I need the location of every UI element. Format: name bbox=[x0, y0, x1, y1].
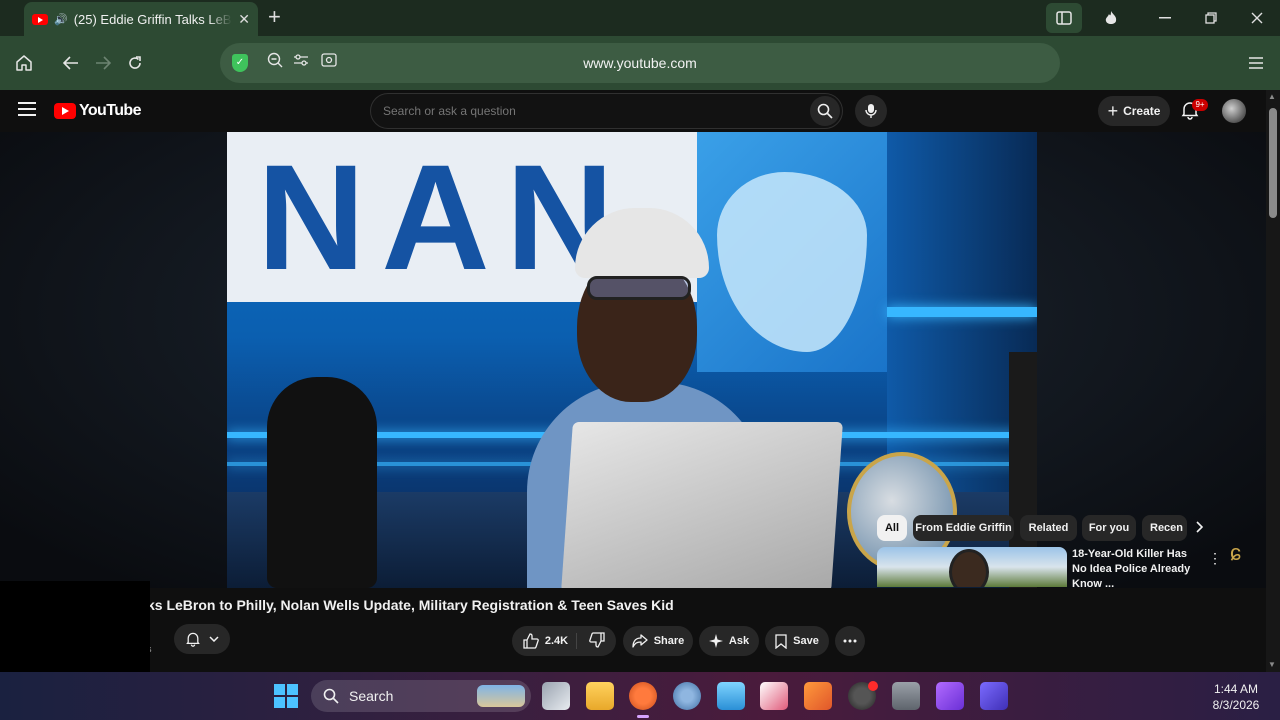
fl-studio-icon[interactable] bbox=[804, 682, 832, 710]
notification-badge: 9+ bbox=[1192, 99, 1208, 111]
scroll-down-icon[interactable]: ▼ bbox=[1268, 660, 1276, 669]
scrollbar[interactable]: ▲ ▼ bbox=[1266, 90, 1280, 672]
settings-gear-icon[interactable] bbox=[673, 682, 701, 710]
recommendation-chips: All From Eddie Griffin Related For you R… bbox=[877, 515, 1227, 541]
subscription-bell-button[interactable] bbox=[174, 624, 230, 654]
guide-menu-icon[interactable] bbox=[18, 102, 36, 120]
browser-nav-bar: ✓ www.youtube.com bbox=[0, 36, 1280, 90]
notepad-icon[interactable] bbox=[717, 682, 745, 710]
create-button[interactable]: + Create bbox=[1098, 96, 1170, 126]
share-label: Share bbox=[653, 635, 685, 647]
like-count: 2.4K bbox=[544, 635, 569, 647]
recommendation-thumbnail[interactable] bbox=[877, 547, 1067, 587]
more-actions-icon[interactable] bbox=[835, 626, 865, 656]
clock-date: 8/3/2026 bbox=[1212, 698, 1260, 712]
scroll-up-icon[interactable]: ▲ bbox=[1268, 92, 1276, 101]
recommendation-menu-icon[interactable]: ⋮ bbox=[1208, 550, 1222, 567]
bookmark-icon bbox=[775, 633, 787, 649]
youtube-favicon-icon bbox=[32, 13, 48, 25]
bell-icon bbox=[186, 632, 200, 647]
audio-playing-icon[interactable]: 🔊 bbox=[54, 13, 68, 26]
duckduckgo-browser-icon[interactable] bbox=[629, 682, 657, 718]
system-clock[interactable]: 1:44 AM 8/3/2026 bbox=[1196, 681, 1276, 713]
minimize-icon[interactable] bbox=[1142, 0, 1188, 36]
browser-tab[interactable]: 🔊 (25) Eddie Griffin Talks LeBron to Phi… bbox=[24, 2, 258, 36]
chip-for-you[interactable]: For you bbox=[1082, 515, 1136, 541]
chip-all[interactable]: All bbox=[877, 515, 907, 541]
recommendation-title[interactable]: 18-Year-Old Killer Has No Idea Police Al… bbox=[1072, 547, 1204, 592]
ask-button[interactable]: Ask bbox=[699, 626, 759, 656]
search-input[interactable] bbox=[383, 104, 783, 118]
avatar[interactable] bbox=[1222, 99, 1246, 123]
tab-title: (25) Eddie Griffin Talks LeBron to Phill… bbox=[73, 11, 233, 27]
start-button[interactable] bbox=[274, 684, 298, 708]
chip-from-eddie-griffin[interactable]: From Eddie Griffin bbox=[913, 515, 1014, 541]
menu-icon[interactable] bbox=[1243, 50, 1269, 76]
search-icon bbox=[323, 688, 339, 704]
youtube-page: YouTube + Create 9+ NAN bbox=[0, 90, 1266, 672]
chip-related[interactable]: Related bbox=[1020, 515, 1077, 541]
home-icon[interactable] bbox=[11, 50, 37, 76]
back-icon[interactable] bbox=[58, 50, 84, 76]
snipping-tool-icon[interactable] bbox=[760, 682, 788, 710]
close-window-icon[interactable] bbox=[1234, 0, 1280, 36]
address-bar[interactable]: ✓ www.youtube.com bbox=[220, 43, 1060, 83]
dislike-button[interactable] bbox=[583, 631, 605, 651]
ask-label: Ask bbox=[728, 635, 750, 647]
search-highlight-icon bbox=[477, 685, 525, 707]
close-tab-icon[interactable]: ✕ bbox=[238, 11, 250, 28]
onenote-icon[interactable] bbox=[980, 682, 1008, 710]
save-label: Save bbox=[793, 635, 819, 647]
share-icon bbox=[632, 634, 648, 648]
youtube-logo-text: YouTube bbox=[79, 102, 141, 119]
search-box bbox=[370, 93, 843, 129]
url-text[interactable]: www.youtube.com bbox=[220, 55, 1060, 71]
like-dislike-group: 2.4K bbox=[512, 626, 616, 656]
sidebar-toggle-icon[interactable] bbox=[1046, 3, 1082, 33]
chip-recent[interactable]: Recen bbox=[1142, 515, 1187, 541]
hook-icon: ɕ bbox=[1230, 540, 1241, 565]
share-button[interactable]: Share bbox=[623, 626, 693, 656]
task-view-icon[interactable] bbox=[542, 682, 570, 710]
scrollbar-thumb[interactable] bbox=[1269, 108, 1277, 218]
youtube-logo[interactable]: YouTube bbox=[54, 102, 141, 120]
forward-icon[interactable] bbox=[90, 50, 116, 76]
create-label: Create bbox=[1123, 104, 1161, 118]
file-explorer-icon[interactable] bbox=[586, 682, 614, 710]
voice-search-button[interactable] bbox=[855, 95, 887, 127]
taskbar: Search bbox=[0, 672, 1280, 720]
flame-icon[interactable] bbox=[1088, 0, 1134, 36]
plus-icon: + bbox=[1107, 101, 1119, 121]
search-button[interactable] bbox=[810, 96, 840, 126]
chevron-down-icon bbox=[209, 636, 219, 642]
taskbar-search[interactable]: Search bbox=[311, 680, 531, 712]
microphone-icon bbox=[865, 104, 877, 118]
clock-time: 1:44 AM bbox=[1213, 682, 1259, 696]
video-backdrop-letters: NAN bbox=[257, 133, 630, 301]
calculator-icon[interactable] bbox=[892, 682, 920, 710]
restore-icon[interactable] bbox=[1188, 0, 1234, 36]
thumbs-down-icon bbox=[589, 631, 605, 648]
video-title: ks LeBron to Philly, Nolan Wells Update,… bbox=[147, 597, 674, 613]
taskbar-search-label: Search bbox=[349, 688, 394, 704]
new-tab-icon[interactable]: + bbox=[268, 6, 281, 28]
recording-indicator-icon bbox=[868, 681, 878, 691]
sparkle-icon bbox=[708, 634, 723, 648]
thumbs-up-icon bbox=[523, 633, 539, 649]
search-icon bbox=[817, 103, 833, 119]
reload-icon[interactable] bbox=[122, 50, 148, 76]
like-button[interactable]: 2.4K bbox=[523, 633, 578, 649]
clipchamp-icon[interactable] bbox=[936, 682, 964, 710]
save-button[interactable]: Save bbox=[765, 626, 829, 656]
browser-tab-bar: 🔊 (25) Eddie Griffin Talks LeBron to Phi… bbox=[0, 0, 1280, 36]
youtube-play-icon bbox=[54, 103, 76, 119]
youtube-header: YouTube + Create 9+ bbox=[0, 90, 1266, 132]
chevron-right-icon[interactable] bbox=[1196, 520, 1204, 538]
